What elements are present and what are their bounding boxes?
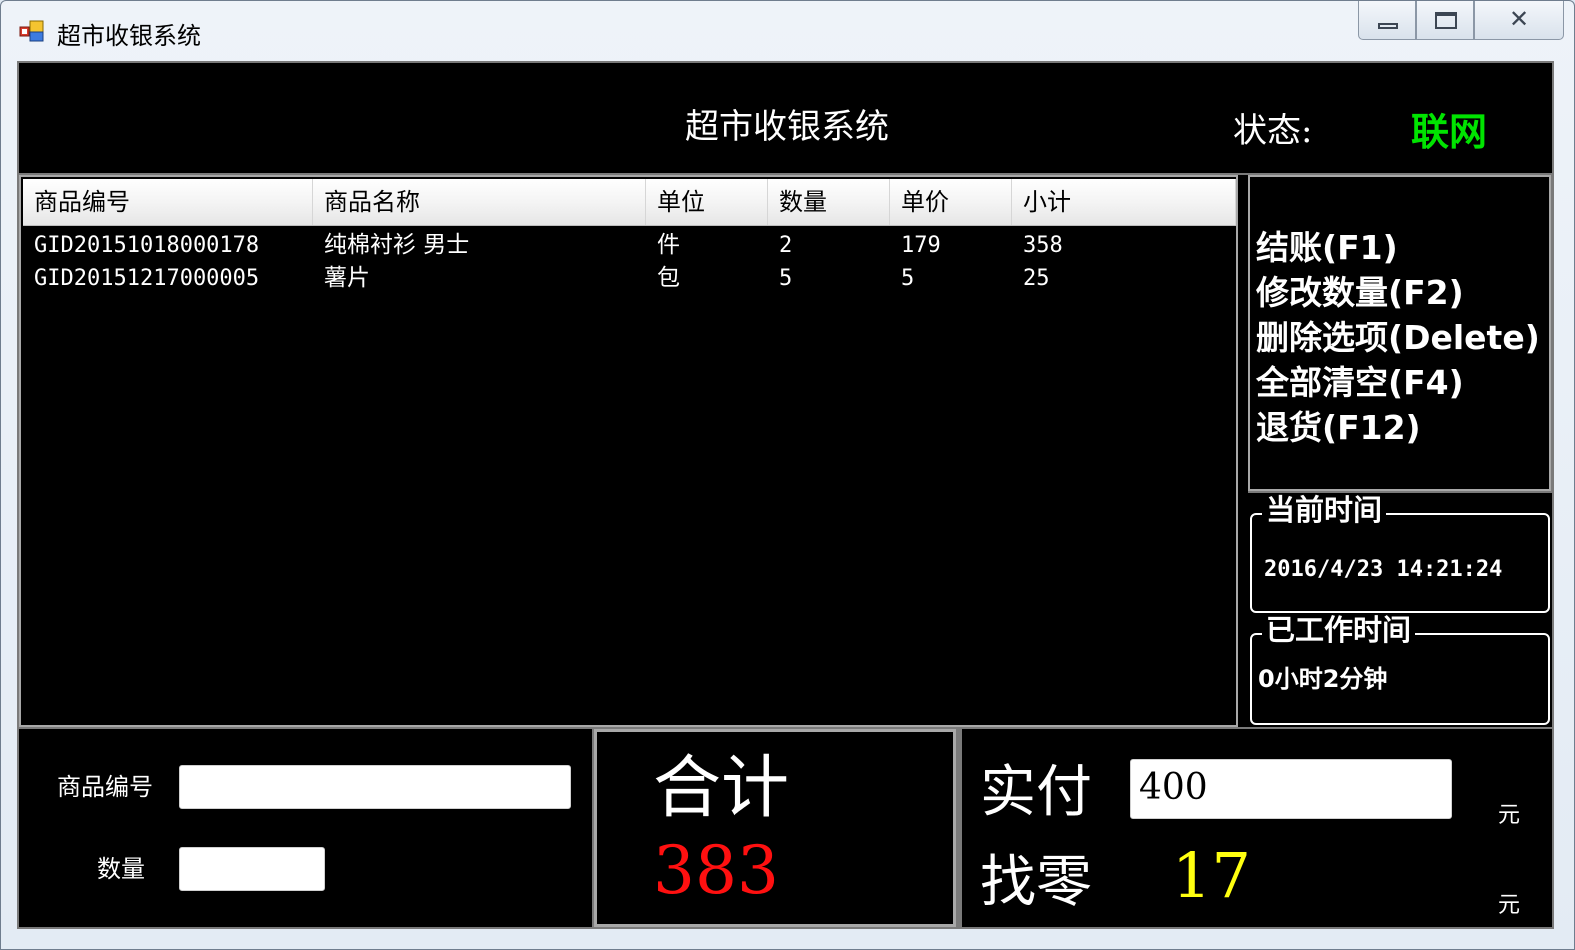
change-label: 找零 xyxy=(980,850,1092,915)
product-code-input[interactable] xyxy=(179,765,571,809)
cell-unit: 包 xyxy=(657,265,680,291)
close-button[interactable]: ✕ xyxy=(1474,1,1564,40)
shortcut-delete-item[interactable]: 删除选项(Delete) xyxy=(1256,315,1540,360)
quantity-input[interactable] xyxy=(179,847,325,891)
minimize-icon xyxy=(1378,23,1398,29)
cart-list-header: 商品编号 商品名称 单位 数量 单价 小计 xyxy=(23,179,1236,226)
column-header-subtotal[interactable]: 小计 xyxy=(1012,179,1236,225)
status-value: 联网 xyxy=(1411,110,1488,154)
payment-panel: 实付 400 元 找零 17 元 xyxy=(962,729,1552,927)
work-time-group: 已工作时间 0小时2分钟 xyxy=(1250,613,1550,725)
total-panel: 合计 383 xyxy=(594,729,956,927)
current-time-legend: 当前时间 xyxy=(1262,493,1387,527)
page-title: 超市收银系统 xyxy=(685,107,889,147)
cell-name: 纯棉衬衫 男士 xyxy=(324,232,470,258)
cart-list[interactable]: 商品编号 商品名称 单位 数量 单价 小计 GID20151018000178 … xyxy=(19,175,1238,727)
cell-price: 5 xyxy=(901,266,915,291)
cell-code: GID20151018000178 xyxy=(34,233,260,258)
restore-icon xyxy=(1435,12,1457,29)
quantity-label: 数量 xyxy=(97,855,145,883)
client-area: 超市收银系统 状态: 联网 商品编号 商品名称 单位 数量 单价 小计 GID2… xyxy=(17,61,1554,929)
title-bar[interactable]: 超市收银系统 ✕ xyxy=(1,1,1574,59)
cell-price: 179 xyxy=(901,233,941,258)
cell-qty: 2 xyxy=(779,233,793,258)
side-divider xyxy=(1238,175,1248,727)
shortcut-checkout[interactable]: 结账(F1) xyxy=(1256,225,1540,270)
window-title: 超市收银系统 xyxy=(57,22,201,50)
table-row[interactable]: GID20151217000005 薯片 包 5 5 25 xyxy=(23,262,1236,295)
status-label: 状态: xyxy=(1233,111,1313,151)
header-panel: 超市收银系统 状态: 联网 xyxy=(19,63,1552,173)
shortcut-list: 结账(F1) 修改数量(F2) 删除选项(Delete) 全部清空(F4) 退货… xyxy=(1256,225,1540,450)
minimize-button[interactable] xyxy=(1358,1,1416,40)
work-time-legend: 已工作时间 xyxy=(1262,613,1416,647)
column-header-qty[interactable]: 数量 xyxy=(768,179,890,225)
total-label: 合计 xyxy=(653,749,790,828)
table-row[interactable]: GID20151018000178 纯棉衬衫 男士 件 2 179 358 xyxy=(23,229,1236,262)
window-controls: ✕ xyxy=(1358,1,1564,41)
column-header-code[interactable]: 商品编号 xyxy=(23,179,313,225)
app-window: 超市收银系统 ✕ 超市收银系统 状态: 联网 商品编号 商品名称 单位 数量 单… xyxy=(0,0,1575,950)
current-time-group: 当前时间 2016/4/23 14:21:24 xyxy=(1250,493,1550,613)
change-value: 17 xyxy=(1172,839,1251,912)
change-unit: 元 xyxy=(1498,893,1521,918)
column-header-name[interactable]: 商品名称 xyxy=(313,179,646,225)
paid-label: 实付 xyxy=(980,760,1092,825)
cell-code: GID20151217000005 xyxy=(34,266,260,291)
work-time-value: 0小时2分钟 xyxy=(1258,665,1388,693)
total-value: 383 xyxy=(653,832,779,909)
cell-subtotal: 358 xyxy=(1023,233,1063,258)
cell-qty: 5 xyxy=(779,266,793,291)
cell-name: 薯片 xyxy=(324,265,370,291)
cell-subtotal: 25 xyxy=(1023,266,1050,291)
current-time-value: 2016/4/23 14:21:24 xyxy=(1264,557,1503,582)
cell-unit: 件 xyxy=(657,232,680,258)
cart-rows: GID20151018000178 纯棉衬衫 男士 件 2 179 358 GI… xyxy=(23,229,1236,295)
shortcut-panel: 结账(F1) 修改数量(F2) 删除选项(Delete) 全部清空(F4) 退货… xyxy=(1248,175,1551,491)
close-icon: ✕ xyxy=(1508,5,1530,33)
info-panel: 当前时间 2016/4/23 14:21:24 已工作时间 0小时2分钟 xyxy=(1248,493,1552,727)
column-header-price[interactable]: 单价 xyxy=(890,179,1012,225)
entry-panel: 商品编号 数量 xyxy=(19,729,592,927)
restore-button[interactable] xyxy=(1416,1,1474,40)
shortcut-clear-all[interactable]: 全部清空(F4) xyxy=(1256,360,1540,405)
paid-unit: 元 xyxy=(1498,803,1521,828)
column-header-unit[interactable]: 单位 xyxy=(646,179,768,225)
product-code-label: 商品编号 xyxy=(57,773,153,801)
paid-input[interactable]: 400 xyxy=(1130,759,1452,819)
shortcut-return[interactable]: 退货(F12) xyxy=(1256,405,1540,450)
app-icon xyxy=(19,20,44,42)
shortcut-edit-quantity[interactable]: 修改数量(F2) xyxy=(1256,270,1540,315)
